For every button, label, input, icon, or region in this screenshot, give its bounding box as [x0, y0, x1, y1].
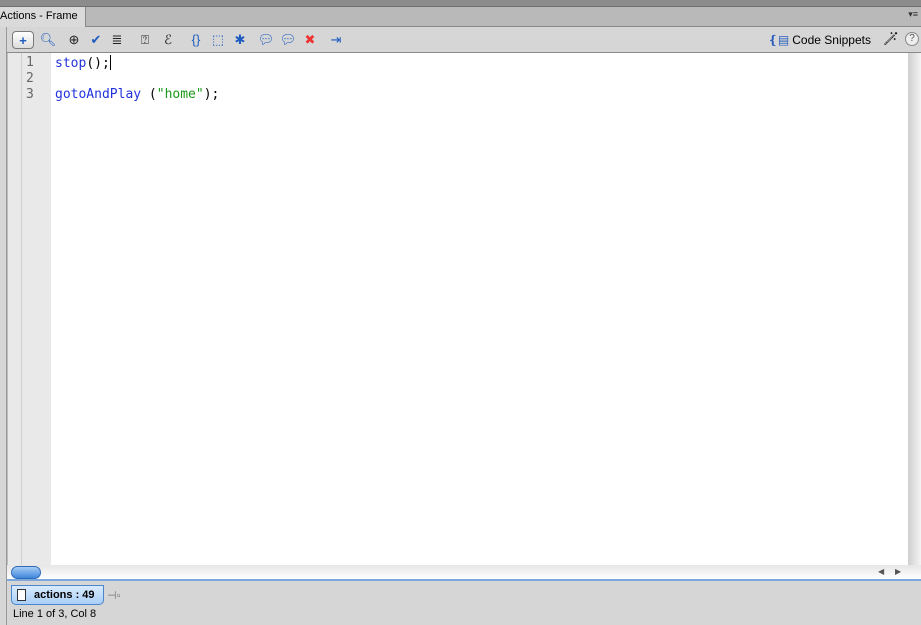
scroll-thumb[interactable] — [11, 566, 41, 579]
code-hint-icon[interactable]: ⍰ — [136, 31, 154, 49]
auto-format-icon[interactable]: ≣ — [108, 31, 126, 49]
target-path-icon[interactable]: ⊕ — [65, 31, 83, 49]
collapse-bar[interactable] — [0, 27, 7, 625]
code-snippets-icon: ❴▤ — [767, 33, 790, 47]
collapse-braces-icon[interactable]: {} — [187, 31, 205, 49]
scroll-left-arrow[interactable]: ◀ — [878, 567, 884, 576]
collapse-selection-icon[interactable]: ⬚ — [209, 31, 227, 49]
code-snippets-button[interactable]: ❴▤ Code Snippets — [768, 32, 871, 48]
block-comment-icon[interactable]: 💬︎ — [257, 31, 275, 49]
check-syntax-icon[interactable]: ✔ — [87, 31, 105, 49]
add-new-item-button[interactable]: + — [12, 31, 34, 49]
code-line-1: stop(); — [55, 55, 111, 71]
script-document-icon — [17, 589, 26, 601]
line-number: 1 — [26, 55, 34, 70]
code-line-3: gotoAndPlay ("home"); — [55, 87, 220, 102]
panel-tab-actions-frame[interactable]: Actions - Frame — [0, 7, 86, 27]
line-comment-icon[interactable]: 💬︎ — [279, 31, 297, 49]
script-editor[interactable]: stop(); gotoAndPlay ("home"); — [51, 53, 908, 565]
panel-menu-icon[interactable]: ▾≡ — [908, 9, 918, 20]
pin-script-icon[interactable]: ⊣▫ — [107, 589, 120, 602]
script-tab-actions[interactable]: actions : 49 — [11, 585, 104, 605]
toolbox-toggle-icon[interactable]: ⇥ — [327, 31, 345, 49]
vertical-scrollbar[interactable] — [908, 53, 921, 565]
status-bar-position: Line 1 of 3, Col 8 — [13, 608, 97, 620]
debug-options-icon[interactable]: ℰ — [159, 31, 177, 49]
script-assist-wand-icon[interactable]: 🪄︎ — [882, 31, 899, 47]
window-top-strip — [0, 0, 921, 7]
panel-tab-bar: Actions - Frame ▾≡ — [0, 7, 921, 27]
help-icon[interactable]: ? — [905, 32, 919, 46]
line-number: 3 — [26, 87, 34, 102]
actions-toolbar: + 🔍︎ ⊕ ✔ ≣ ⍰ ℰ {} ⬚ ✱ 💬︎ 💬︎ ✖ ⇥ ❴▤ Code S… — [7, 27, 921, 53]
horizontal-scrollbar[interactable]: ◀ ▶ — [7, 565, 921, 581]
line-number: 2 — [26, 71, 34, 86]
remove-comment-icon[interactable]: ✖ — [301, 31, 319, 49]
line-number-gutter: 1 2 3 — [7, 53, 51, 565]
find-icon[interactable]: 🔍︎ — [39, 31, 57, 49]
text-caret — [109, 55, 111, 70]
expand-all-icon[interactable]: ✱ — [231, 31, 249, 49]
scroll-right-arrow[interactable]: ▶ — [895, 567, 901, 576]
